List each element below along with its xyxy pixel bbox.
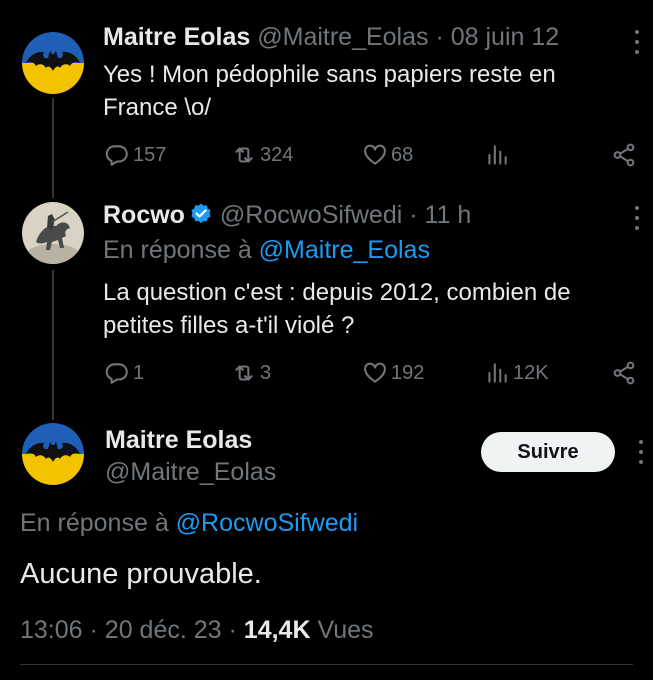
like-count: 68 bbox=[391, 143, 414, 166]
tweet-date[interactable]: 20 déc. 23 bbox=[105, 616, 222, 644]
reply-icon bbox=[105, 363, 128, 384]
like-button[interactable]: 68 bbox=[362, 141, 413, 169]
author-handle[interactable]: @Maitre_Eolas bbox=[105, 458, 276, 486]
more-icon[interactable] bbox=[633, 30, 641, 54]
retweet-count: 324 bbox=[260, 143, 294, 166]
views-icon bbox=[488, 145, 507, 165]
separator-dot: · bbox=[89, 616, 98, 644]
tweet-text-line: petites filles a-t'il violé ? bbox=[103, 312, 355, 339]
tweet-text-line: La question c'est : depuis 2012, combien… bbox=[103, 279, 571, 306]
more-icon[interactable] bbox=[637, 440, 645, 464]
heart-icon bbox=[364, 362, 386, 383]
views-count: 14,4K bbox=[243, 616, 311, 644]
views-label: Vues bbox=[317, 616, 374, 644]
reply-context-label: En réponse à bbox=[103, 236, 252, 264]
share-icon bbox=[613, 361, 635, 385]
share-button[interactable] bbox=[611, 359, 637, 387]
share-icon bbox=[613, 143, 635, 167]
tweet-time[interactable]: 11 h bbox=[425, 201, 472, 229]
reply-icon bbox=[105, 145, 128, 166]
author-name[interactable]: Maitre Eolas bbox=[103, 23, 250, 51]
thread-connector-line bbox=[52, 98, 54, 198]
separator-dot: · bbox=[409, 201, 418, 229]
retweet-count: 3 bbox=[260, 361, 272, 384]
reply-count: 157 bbox=[133, 143, 167, 166]
share-button[interactable] bbox=[611, 141, 637, 169]
reply-to-mention[interactable]: @RocwoSifwedi bbox=[176, 509, 358, 537]
tweet-text-line: France \o/ bbox=[103, 94, 212, 121]
separator-dot: · bbox=[435, 23, 444, 51]
like-button[interactable]: 192 bbox=[362, 359, 424, 387]
retweet-icon bbox=[235, 147, 253, 163]
reply-context-label: En réponse à bbox=[20, 509, 169, 537]
avatar[interactable] bbox=[22, 202, 84, 264]
verified-badge-icon bbox=[191, 203, 211, 224]
reply-button[interactable]: 157 bbox=[104, 141, 166, 169]
reply-to-mention[interactable]: @Maitre_Eolas bbox=[259, 236, 430, 264]
tweet-text-line: Yes ! Mon pédophile sans papiers reste e… bbox=[103, 61, 556, 88]
divider bbox=[20, 664, 633, 665]
views-count: 12K bbox=[513, 361, 549, 384]
views-button[interactable]: 12K bbox=[484, 359, 549, 387]
tweet-time[interactable]: 13:06 bbox=[20, 616, 83, 644]
author-handle[interactable]: @Maitre_Eolas bbox=[257, 23, 428, 51]
views-button[interactable] bbox=[484, 141, 510, 169]
tweet-text: Aucune prouvable. bbox=[20, 558, 262, 590]
author-name[interactable]: Rocwo bbox=[103, 201, 185, 229]
batman-logo-avatar-icon bbox=[22, 32, 84, 94]
batman-logo-avatar-icon bbox=[22, 423, 84, 485]
reply-count: 1 bbox=[133, 361, 145, 384]
tweet-time[interactable]: 08 juin 12 bbox=[451, 23, 559, 51]
like-count: 192 bbox=[391, 361, 425, 384]
heart-icon bbox=[364, 144, 386, 165]
retweet-button[interactable]: 3 bbox=[231, 359, 271, 387]
avatar[interactable] bbox=[22, 32, 84, 94]
more-icon[interactable] bbox=[633, 206, 641, 230]
views-icon bbox=[488, 363, 507, 383]
knight-avatar-icon bbox=[22, 202, 84, 264]
retweet-button[interactable]: 324 bbox=[231, 141, 293, 169]
thread-connector-line bbox=[52, 270, 54, 420]
follow-button[interactable]: Suivre bbox=[481, 432, 615, 472]
author-name[interactable]: Maitre Eolas bbox=[105, 426, 252, 454]
retweet-icon bbox=[235, 365, 253, 381]
author-handle[interactable]: @RocwoSifwedi bbox=[220, 201, 402, 229]
avatar[interactable] bbox=[22, 423, 84, 485]
reply-button[interactable]: 1 bbox=[104, 359, 144, 387]
separator-dot: · bbox=[228, 616, 237, 644]
